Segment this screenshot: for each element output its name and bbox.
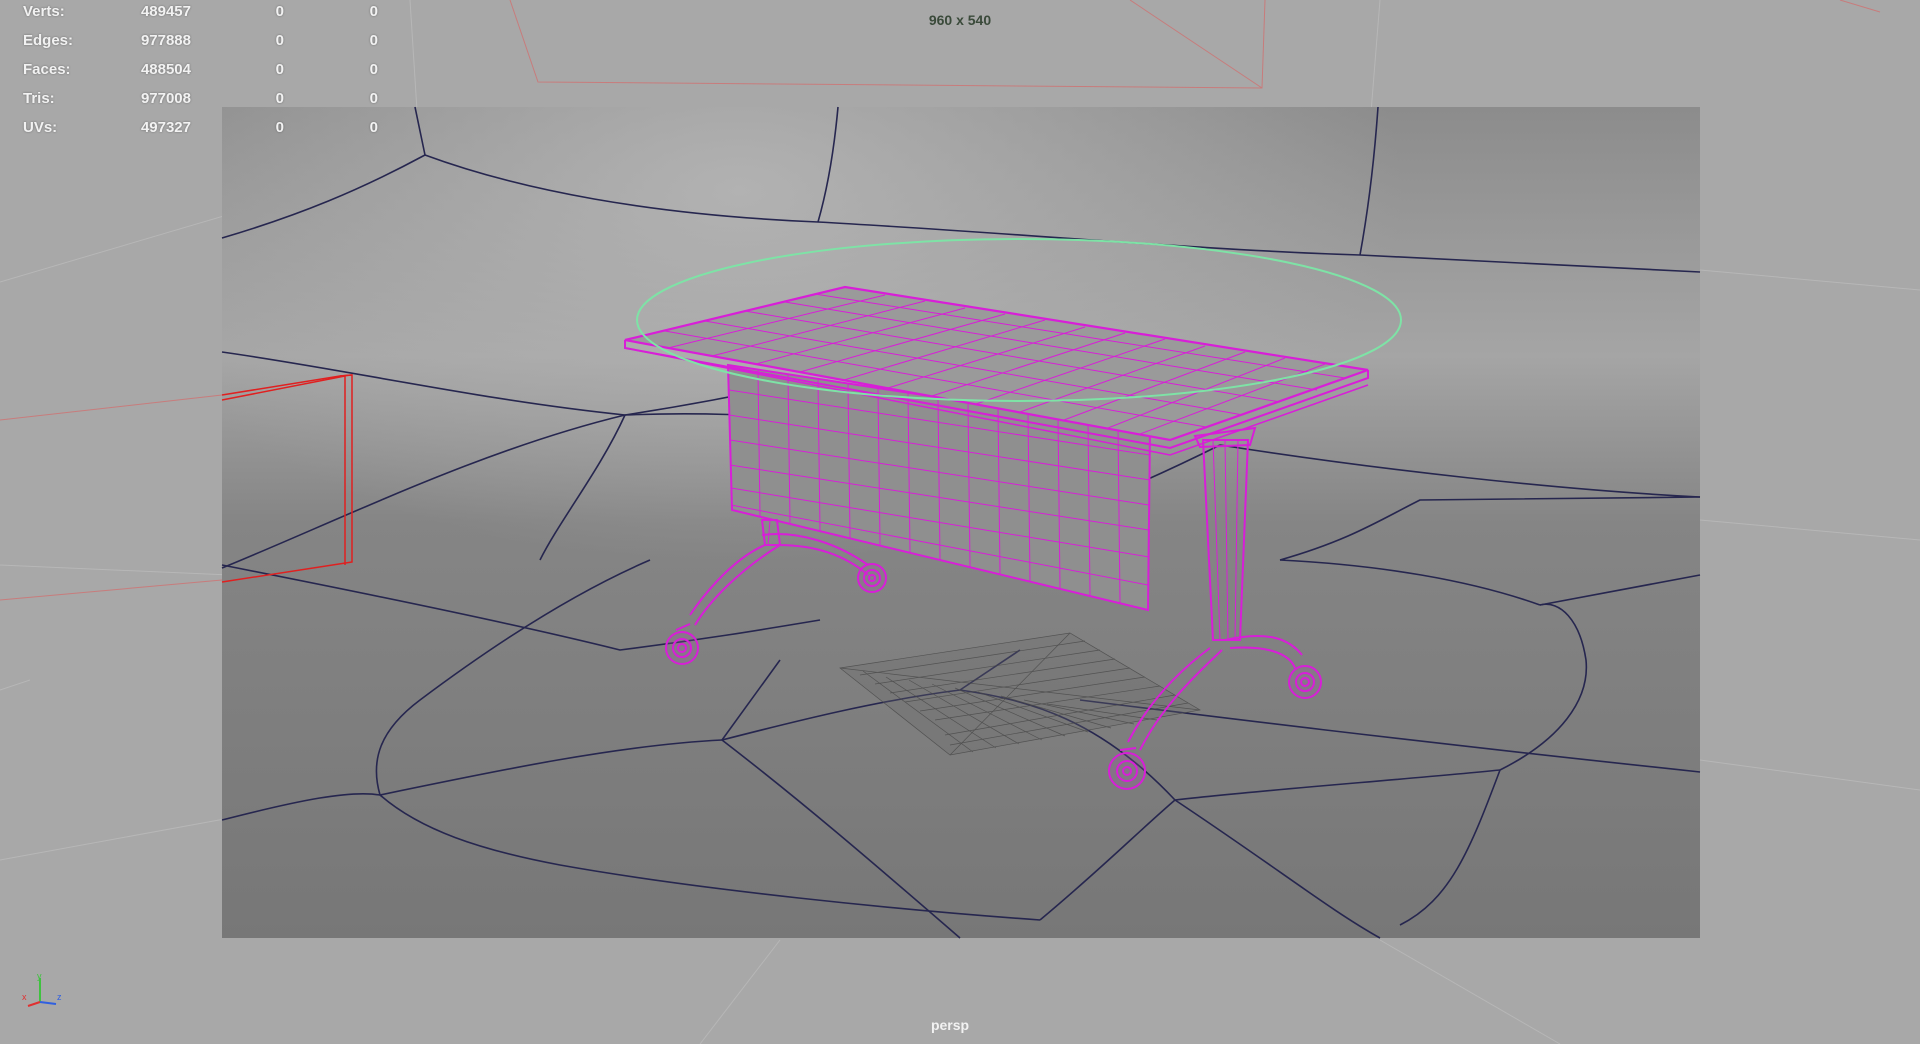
- maya-viewport-persp[interactable]: Verts: 489457 0 0 Edges: 977888 0 0 Face…: [0, 0, 1920, 1044]
- hud-components: 0: [369, 119, 378, 136]
- hud-selected: 0: [275, 61, 284, 78]
- hud-selected: 0: [275, 90, 284, 107]
- camera-name-label: persp: [930, 1017, 970, 1033]
- hud-row-faces: Faces: 488504 0 0: [0, 61, 400, 81]
- hud-row-uvs: UVs: 497327 0 0: [0, 119, 400, 139]
- axis-y-label: y: [37, 972, 42, 981]
- hud-total: 977888: [140, 32, 191, 49]
- hud-label: Edges:: [23, 32, 74, 49]
- hud-label: Verts:: [23, 3, 65, 20]
- resolution-gate-label: 960 x 540: [928, 12, 992, 28]
- hud-row-edges: Edges: 977888 0 0: [0, 32, 400, 52]
- hud-total: 497327: [140, 119, 191, 136]
- hud-selected: 0: [275, 32, 284, 49]
- hud-components: 0: [369, 90, 378, 107]
- axis-z-label: z: [57, 992, 62, 1002]
- hud-selected: 0: [275, 3, 284, 20]
- hud-components: 0: [369, 61, 378, 78]
- hud-total: 488504: [140, 61, 191, 78]
- hud-selected: 0: [275, 119, 284, 136]
- caster-wheel[interactable]: [1288, 665, 1322, 699]
- view-axis-indicator-icon: x y z: [22, 972, 62, 1007]
- hud-row-verts: Verts: 489457 0 0: [0, 3, 400, 23]
- hud-total: 489457: [140, 3, 191, 20]
- viewport-scene[interactable]: [0, 0, 1920, 1044]
- hud-components: 0: [369, 3, 378, 20]
- caster-wheel[interactable]: [857, 563, 887, 593]
- hud-components: 0: [369, 32, 378, 49]
- hud-row-tris: Tris: 977008 0 0: [0, 90, 400, 110]
- axis-x-label: x: [22, 992, 27, 1002]
- hud-total: 977008: [140, 90, 191, 107]
- hud-label: Faces:: [23, 61, 71, 78]
- hud-label: UVs:: [23, 119, 58, 136]
- hud-label: Tris:: [23, 90, 55, 107]
